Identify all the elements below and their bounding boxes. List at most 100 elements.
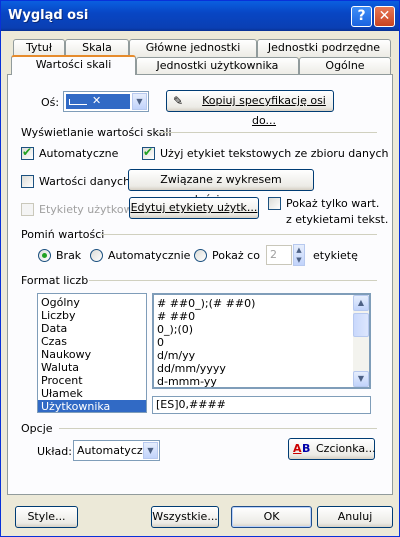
show-only-line2: z etykietami tekst.: [286, 213, 389, 226]
tab-general-label: Ogólne: [325, 59, 365, 72]
tab-user-units[interactable]: Jednostki użytkownika: [136, 57, 299, 75]
user-labels-label: Etykiety użytkow.:: [39, 203, 139, 216]
skip-auto-radio[interactable]: [90, 249, 103, 262]
edit-pencil-icon: ✎: [173, 94, 184, 108]
font-icon-b: B: [302, 442, 311, 455]
window-title: Wygląd osi: [8, 8, 89, 23]
format-category-item[interactable]: Procent: [38, 374, 146, 387]
tab-minor-units[interactable]: Jednostki podrzędne: [257, 39, 391, 57]
checkmark-icon: ✔: [22, 145, 33, 159]
axis-swatch: ✕: [66, 94, 130, 109]
format-code-item[interactable]: 0: [154, 336, 369, 349]
scroll-up-icon[interactable]: ▲: [353, 295, 369, 311]
format-category-list[interactable]: Ogólny Liczby Data Czas Naukowy Waluta Procent…: [37, 293, 147, 413]
font-icon: A: [293, 442, 302, 455]
format-code-item[interactable]: 0_);(0): [154, 323, 369, 336]
format-code-item[interactable]: d/m/yy: [154, 349, 369, 362]
style-button-label: Style...: [27, 510, 66, 523]
skip-every-suffix: etykietę: [313, 249, 358, 262]
skip-none-label: Brak: [56, 249, 82, 262]
format-code-item[interactable]: # ##0: [154, 310, 369, 323]
options-section-heading: Opcje: [21, 422, 53, 435]
automatic-label: Automatyczne: [39, 147, 119, 160]
format-category-item[interactable]: Ogólny: [38, 296, 146, 309]
title-bar: Wygląd osi ? ✕: [1, 1, 399, 31]
edit-user-labels-label: Edytuj etykiety użytk...: [130, 201, 258, 214]
format-code-item[interactable]: d-mmm-yy: [154, 375, 369, 387]
use-text-labels-label: Użyj etykiet tekstowych ze zbioru danych: [160, 147, 389, 160]
font-button-label: Czcionka...: [316, 442, 376, 455]
format-category-item[interactable]: Ułamek: [38, 387, 146, 400]
tab-general[interactable]: Ogólne: [299, 57, 391, 75]
tab-scale-values[interactable]: Wartości skali: [11, 55, 136, 75]
axis-line-icon: [69, 99, 87, 105]
format-code-item[interactable]: dd/mm/yyyy: [154, 362, 369, 375]
divider: [59, 428, 377, 429]
tab-major-units[interactable]: Główne jednostki: [129, 39, 257, 57]
format-section-heading: Format liczb: [21, 274, 89, 287]
use-text-labels-checkbox[interactable]: ✔: [142, 145, 155, 160]
font-button[interactable]: AB Czcionka...: [288, 438, 376, 460]
linked-to-chart-button[interactable]: Związane z wykresem właściwym...: [128, 169, 314, 206]
format-code-list[interactable]: # ##0_);(# ##0) # ##0 0_);(0) 0 d/m/yy dd/mm/…: [152, 293, 371, 389]
chevron-down-icon[interactable]: ▼: [132, 93, 147, 110]
close-button[interactable]: ✕: [374, 6, 395, 27]
format-category-item[interactable]: Czas: [38, 335, 146, 348]
data-values-checkbox[interactable]: [21, 175, 34, 188]
format-category-item[interactable]: Waluta: [38, 361, 146, 374]
axis-appearance-dialog: Wygląd osi ? ✕ Tytuł Skala Główne jednos…: [0, 0, 400, 537]
edit-user-labels-button[interactable]: Edytuj etykiety użytk...: [129, 197, 259, 219]
layout-select-value: Automatyczni: [77, 444, 143, 457]
format-category-item[interactable]: Naukowy: [38, 348, 146, 361]
style-button[interactable]: Style...: [15, 506, 78, 528]
help-button[interactable]: ?: [351, 6, 372, 27]
copy-axis-spec-label: Kopiuj specyfikację osi do...: [202, 94, 326, 127]
axis-select[interactable]: ✕ ▼: [63, 91, 149, 112]
radio-dot-icon: [42, 253, 47, 258]
divider: [157, 132, 377, 133]
format-category-item[interactable]: Data: [38, 322, 146, 335]
tab-title-label: Tytuł: [26, 41, 52, 54]
layout-label: Układ:: [37, 445, 72, 458]
cancel-button[interactable]: Anuluj: [317, 506, 393, 528]
display-section-heading: Wyświetlanie wartości skali: [21, 126, 172, 139]
divider: [101, 234, 377, 235]
skip-section-heading: Pomiń wartości: [21, 228, 105, 241]
layout-select[interactable]: Automatyczni ▼: [73, 440, 160, 461]
tab-scale-label: Skala: [82, 41, 112, 54]
format-category-items: Ogólny Liczby Data Czas Naukowy Waluta Procent…: [38, 294, 146, 412]
skip-every-spinner[interactable]: ▲ ▼: [293, 244, 305, 266]
format-list-scrollbar[interactable]: ▲ ▼: [353, 295, 369, 387]
user-labels-checkbox[interactable]: [21, 203, 34, 216]
skip-every-radio[interactable]: [194, 249, 207, 262]
format-code-items: # ##0_);(# ##0) # ##0 0_);(0) 0 d/m/yy dd/mm/…: [154, 295, 369, 387]
ok-button-label: OK: [263, 510, 280, 523]
skip-none-radio[interactable]: [38, 249, 51, 262]
cancel-button-label: Anuluj: [337, 510, 373, 523]
scroll-thumb[interactable]: [353, 313, 369, 337]
tab-major-units-label: Główne jednostki: [145, 41, 241, 54]
automatic-checkbox[interactable]: ✔: [21, 145, 34, 160]
tab-scale-values-label: Wartości skali: [35, 58, 112, 71]
format-category-item[interactable]: Liczby: [38, 309, 146, 322]
chevron-down-icon[interactable]: ▼: [143, 442, 158, 459]
axis-label: Oś:: [41, 96, 60, 109]
data-values-label: Wartości danych:: [39, 175, 134, 188]
tab-user-units-label: Jednostki użytkownika: [156, 59, 279, 72]
all-button-label: Wszystkie...: [152, 510, 218, 523]
divider: [89, 280, 377, 281]
show-only-line1: Pokaż tylko wart.: [286, 197, 380, 210]
ok-button[interactable]: OK: [231, 506, 312, 528]
format-category-item[interactable]: Użytkownika: [38, 400, 146, 412]
checkmark-icon: ✔: [143, 145, 154, 159]
show-only-with-labels-checkbox[interactable]: [268, 197, 281, 210]
scroll-down-icon[interactable]: ▼: [353, 371, 369, 387]
skip-every-label: Pokaż co: [212, 249, 260, 262]
skip-every-input[interactable]: 2: [266, 245, 292, 265]
copy-axis-spec-button[interactable]: ✎ Kopiuj specyfikację osi do...: [166, 90, 334, 127]
tab-minor-units-label: Jednostki podrzędne: [267, 41, 381, 54]
custom-format-input[interactable]: [ES]0,####: [152, 396, 371, 414]
skip-auto-label: Automatycznie: [108, 249, 191, 262]
all-button[interactable]: Wszystkie...: [151, 506, 219, 528]
format-code-item[interactable]: # ##0_);(# ##0): [154, 297, 369, 310]
